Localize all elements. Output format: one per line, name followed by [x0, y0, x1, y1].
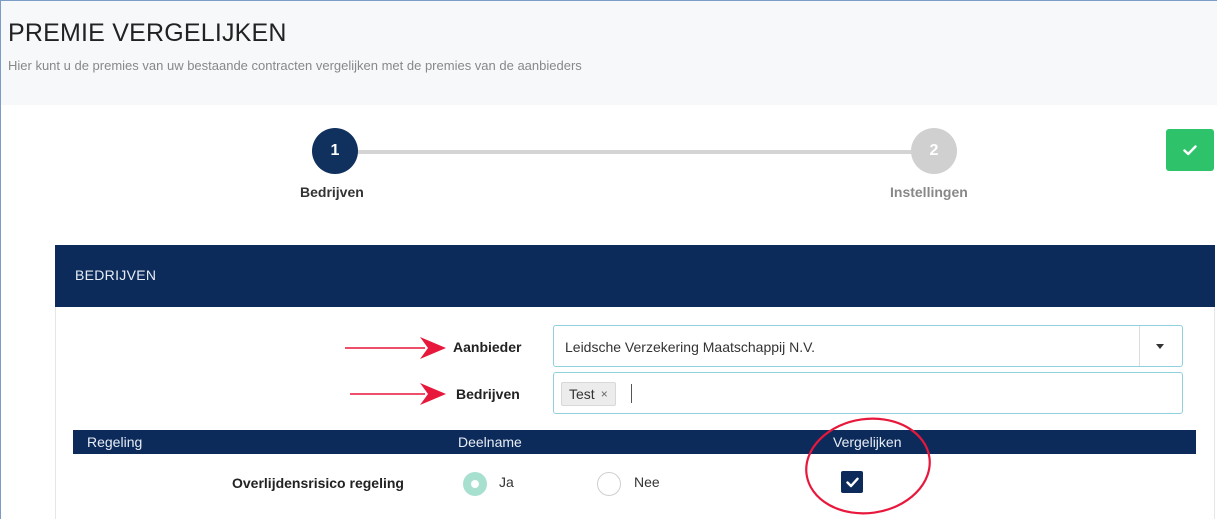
bedrijven-label: Bedrijven [456, 386, 520, 402]
column-header-deelname: Deelname [458, 434, 522, 450]
deelname-ja-radio[interactable] [463, 472, 487, 496]
text-cursor [631, 384, 632, 403]
step-1-circle[interactable]: 1 [312, 128, 358, 174]
column-header-vergelijken: Vergelijken [833, 434, 902, 450]
step-2-label: Instellingen [890, 184, 968, 200]
panel-header: BEDRIJVEN [55, 245, 1215, 307]
vergelijken-checkbox[interactable] [841, 471, 863, 493]
page-subtitle: Hier kunt u de premies van uw bestaande … [8, 58, 582, 73]
confirm-button[interactable] [1166, 129, 1214, 171]
check-icon [1183, 144, 1197, 155]
tag-remove-icon[interactable]: × [601, 387, 608, 401]
tag-label: Test [569, 386, 595, 402]
deelname-nee-radio[interactable] [597, 472, 621, 496]
table-header: Regeling Deelname Vergelijken [73, 430, 1196, 454]
aanbieder-select[interactable]: Leidsche Verzekering Maatschappij N.V. [553, 325, 1183, 367]
column-header-regeling: Regeling [87, 434, 143, 450]
step-2-circle[interactable]: 2 [911, 128, 957, 174]
step-1-label: Bedrijven [300, 184, 364, 200]
row-regeling-name: Overlijdensrisico regeling [232, 475, 404, 491]
page-header [1, 1, 1217, 105]
select-divider [1139, 326, 1140, 366]
page-title: PREMIE VERGELIJKEN [8, 19, 287, 47]
aanbieder-selected-value: Leidsche Verzekering Maatschappij N.V. [565, 339, 816, 355]
stepper-track [335, 150, 935, 154]
bedrijven-tag-input[interactable]: Test × [553, 372, 1183, 414]
deelname-ja-label[interactable]: Ja [499, 474, 514, 490]
panel-title: BEDRIJVEN [75, 267, 157, 283]
checkmark-icon [845, 477, 859, 487]
aanbieder-label: Aanbieder [453, 339, 522, 355]
caret-down-icon[interactable] [1156, 344, 1164, 349]
bedrijven-tag: Test × [561, 382, 616, 406]
deelname-nee-label[interactable]: Nee [634, 474, 660, 490]
